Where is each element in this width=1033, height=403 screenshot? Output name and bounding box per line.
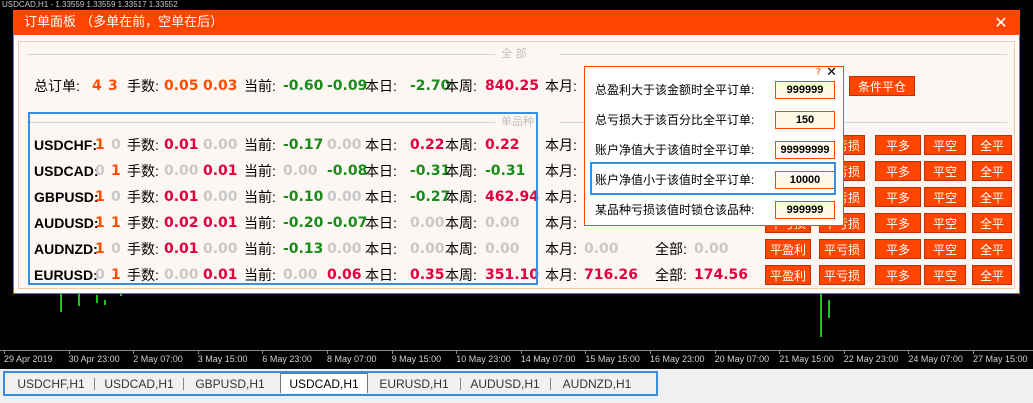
close-loss-button[interactable]: 平亏损	[819, 239, 865, 259]
current-buy: -0.60	[283, 78, 324, 94]
lots-label: 手数:	[127, 78, 159, 94]
condition-close-button[interactable]: 条件平仓	[849, 76, 915, 96]
close-all-button[interactable]: 全平	[972, 265, 1012, 285]
time-axis: 29 Apr 2019 30 Apr 23:00 2 May 07:00 3 May …	[0, 350, 1033, 368]
time-label: 22 May 23:00	[843, 354, 899, 364]
close-sell-button[interactable]: 平空	[924, 265, 966, 285]
total-value: 0.00	[694, 241, 729, 257]
divider	[559, 54, 1007, 55]
condition-label: 账户净值大于该值时全平订单:	[595, 143, 755, 157]
close-profit-button[interactable]: 平盈利	[765, 265, 811, 285]
week-value: 840.25	[485, 78, 540, 94]
time-label: 24 May 07:00	[908, 354, 963, 364]
time-label: 16 May 23:00	[650, 354, 705, 364]
close-buy-button[interactable]: 平多	[875, 135, 921, 155]
summary-row: 总订单: 4 3 手数: 0.05 0.03 当前: -0.60 -0.09 本…	[19, 75, 1014, 97]
week-label: 本周:	[445, 78, 477, 94]
month-label: 本月:	[545, 189, 577, 205]
time-label: 20 May 07:00	[714, 354, 770, 364]
time-label: 10 May 23:00	[456, 354, 511, 364]
close-icon[interactable]: ✕	[991, 13, 1011, 33]
month-label: 本月:	[545, 215, 577, 231]
condition-row: 总盈利大于该金额时全平订单: 999999	[595, 79, 840, 101]
total-label: 全部:	[655, 241, 687, 257]
close-all-button[interactable]: 全平	[972, 213, 1012, 233]
close-buy-button[interactable]: 平多	[875, 265, 921, 285]
close-sell-button[interactable]: 平空	[924, 239, 966, 259]
close-buy-button[interactable]: 平多	[875, 239, 921, 259]
time-label: 15 May 15:00	[585, 354, 640, 364]
close-sell-button[interactable]: 平空	[924, 135, 966, 155]
candle	[60, 292, 62, 312]
candle	[820, 292, 822, 337]
month-label: 本月:	[545, 267, 577, 283]
candle	[96, 295, 98, 303]
chart-tabs: USDCHF,H1 USDCAD,H1 GBPUSD,H1 USDCAD,H1 EURU…	[0, 369, 1033, 403]
panel-title[interactable]: 订单面板 （多单在前，空单在后）	[14, 11, 1019, 35]
close-sell-button[interactable]: 平空	[924, 187, 966, 207]
condition-value-input[interactable]: 999999	[775, 81, 835, 99]
month-label: 本月:	[545, 163, 577, 179]
terminal-window: USDCAD,H1 - 1.33559 1.33559 1.33517 1.33…	[0, 0, 1033, 403]
close-profit-button[interactable]: 平盈利	[765, 239, 811, 259]
candle	[828, 300, 830, 318]
close-sell-button[interactable]: 平空	[924, 161, 966, 181]
month-label: 本月:	[545, 137, 577, 153]
close-all-button[interactable]: 全平	[972, 161, 1012, 181]
tabs-highlight	[3, 371, 658, 396]
lots-sell: 0.03	[203, 78, 238, 94]
close-all-button[interactable]: 全平	[972, 135, 1012, 155]
condition-label: 某品种亏损该值时锁仓该品种:	[595, 203, 755, 217]
time-label: 14 May 07:00	[520, 354, 576, 364]
condition-value-input[interactable]: 999999	[775, 201, 835, 219]
current-label: 当前:	[244, 78, 276, 94]
close-buy-button[interactable]: 平多	[875, 161, 921, 181]
popup-close-icon[interactable]: ✕	[826, 65, 837, 80]
orders-sell: 3	[108, 78, 118, 94]
close-loss-button[interactable]: 平亏损	[819, 265, 865, 285]
time-label: 9 May 15:00	[391, 354, 442, 364]
time-label: 6 May 23:00	[262, 354, 312, 364]
time-label: 21 May 15:00	[779, 354, 834, 364]
close-sell-button[interactable]: 平空	[924, 213, 966, 233]
condition-row: 总亏损大于该百分比全平订单: 150	[595, 109, 840, 131]
month-value: 0.00	[584, 241, 619, 257]
time-label: 30 Apr 23:00	[68, 354, 120, 364]
time-label: 2 May 07:00	[133, 354, 183, 364]
time-label: 3 May 15:00	[197, 354, 248, 364]
close-buy-button[interactable]: 平多	[875, 187, 921, 207]
day-label: 本日:	[365, 78, 397, 94]
candle	[104, 300, 106, 305]
orders-label: 总订单:	[34, 78, 80, 94]
condition-value-input[interactable]: 150	[775, 111, 835, 129]
help-icon[interactable]: ?	[816, 67, 821, 78]
close-all-button[interactable]: 全平	[972, 239, 1012, 259]
section-all-title: 全 部	[495, 45, 533, 61]
condition-row: 某品种亏损该值时锁仓该品种: 999999	[595, 199, 840, 221]
current-sell: -0.09	[327, 78, 368, 94]
lots-buy: 0.05	[164, 78, 199, 94]
time-label: 29 Apr 2019	[4, 354, 53, 364]
month-label: 本月:	[545, 241, 577, 257]
close-all-button[interactable]: 全平	[972, 187, 1012, 207]
condition-popup: ? ✕ 总盈利大于该金额时全平订单: 999999 总亏损大于该百分比全平订单: 15…	[584, 65, 844, 226]
month-value: 716.26	[584, 267, 639, 283]
time-label: 27 May 15:00	[973, 354, 1028, 364]
total-value: 174.56	[694, 267, 749, 283]
time-label: 8 May 07:00	[327, 354, 377, 364]
close-buy-button[interactable]: 平多	[875, 213, 921, 233]
symbols-highlight	[28, 112, 538, 285]
condition-row: 账户净值大于该值时全平订单: 99999999	[595, 139, 840, 161]
condition-label: 总盈利大于该金额时全平订单:	[595, 83, 755, 97]
divider	[27, 54, 497, 55]
orders-buy: 4	[92, 78, 102, 94]
popup-highlight	[590, 162, 836, 195]
month-label: 本月:	[545, 78, 577, 94]
candle	[78, 292, 80, 306]
total-label: 全部:	[655, 267, 687, 283]
condition-label: 总亏损大于该百分比全平订单:	[595, 113, 755, 127]
condition-value-input[interactable]: 99999999	[775, 141, 835, 159]
